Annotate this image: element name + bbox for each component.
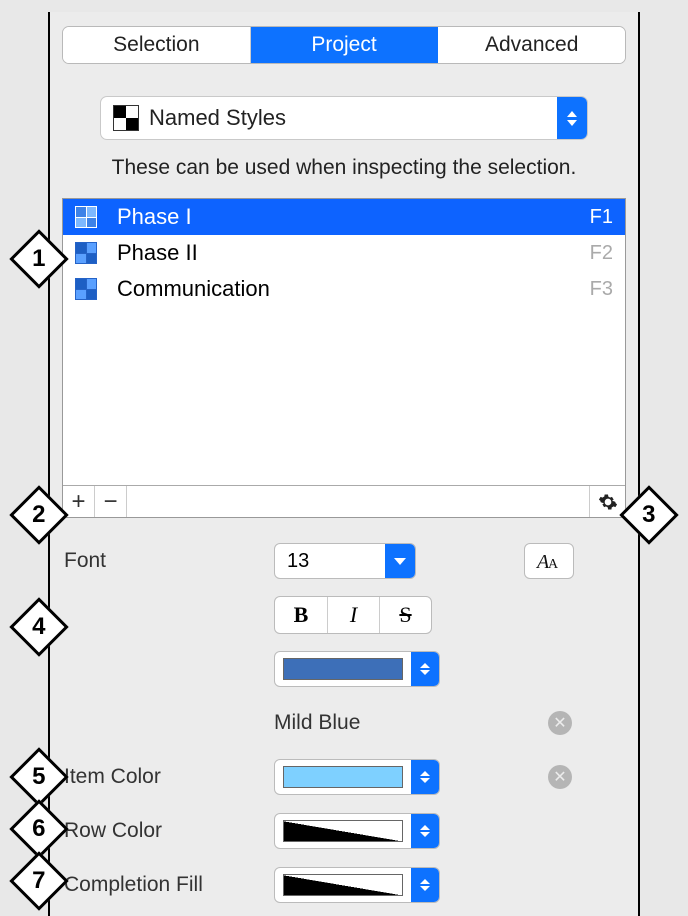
font-size-value: 13 [275, 544, 385, 578]
item-color-label: Item Color [64, 765, 274, 789]
dropdown-label: Named Styles [149, 105, 557, 131]
remove-button[interactable]: − [95, 486, 127, 517]
chevron-up-down-icon [411, 760, 439, 794]
completion-fill-picker[interactable] [274, 867, 440, 903]
styles-listbox: Phase I F1 Phase II F2 Communication F3 … [62, 198, 626, 518]
chevron-up-down-icon [411, 814, 439, 848]
list-item[interactable]: Phase I F1 [63, 199, 625, 235]
clear-text-color-button[interactable]: ✕ [548, 711, 572, 735]
chevron-down-icon [385, 544, 415, 578]
style-shortcut: F3 [590, 278, 613, 301]
style-icon [75, 242, 97, 264]
style-icon [75, 278, 97, 300]
hint-text: These can be used when inspecting the se… [70, 156, 618, 180]
list-toolbar: + − [63, 485, 625, 517]
color-swatch [283, 766, 403, 788]
style-shortcut: F1 [590, 206, 613, 229]
tab-bar: Selection Project Advanced [62, 26, 626, 64]
row-color-label: Row Color [64, 819, 274, 843]
chevron-up-down-icon [411, 652, 439, 686]
style-name: Communication [117, 276, 590, 302]
gear-button[interactable] [589, 486, 625, 517]
style-name: Phase II [117, 240, 590, 266]
row-color-picker[interactable] [274, 813, 440, 849]
font-size-combo[interactable]: 13 [274, 543, 416, 579]
tab-project[interactable]: Project [250, 27, 438, 63]
color-swatch [283, 820, 403, 842]
styles-list[interactable]: Phase I F1 Phase II F2 Communication F3 [63, 199, 625, 485]
text-style-group: B I S [274, 596, 432, 634]
clear-item-color-button[interactable]: ✕ [548, 765, 572, 789]
font-icon: AA [535, 550, 563, 572]
tab-advanced[interactable]: Advanced [437, 27, 625, 63]
chevron-up-down-icon [411, 868, 439, 902]
bold-button[interactable]: B [275, 597, 327, 633]
strikethrough-button[interactable]: S [379, 597, 431, 633]
checker-icon [113, 105, 139, 131]
font-panel-button[interactable]: AA [524, 543, 574, 579]
style-name: Phase I [117, 204, 590, 230]
inspector-panel: Selection Project Advanced Named Styles … [48, 12, 640, 916]
style-icon [75, 206, 97, 228]
text-color-name: Mild Blue [274, 711, 360, 735]
gear-icon [598, 492, 618, 512]
svg-text:A: A [548, 557, 559, 572]
chevron-up-down-icon [557, 97, 587, 139]
list-item[interactable]: Communication F3 [63, 271, 625, 307]
italic-button[interactable]: I [327, 597, 379, 633]
text-color-picker[interactable] [274, 651, 440, 687]
tab-selection[interactable]: Selection [63, 27, 250, 63]
completion-fill-label: Completion Fill [64, 873, 274, 897]
color-swatch [283, 874, 403, 896]
item-color-picker[interactable] [274, 759, 440, 795]
style-shortcut: F2 [590, 242, 613, 265]
named-styles-dropdown[interactable]: Named Styles [100, 96, 588, 140]
color-swatch [283, 658, 403, 680]
font-label: Font [64, 549, 274, 573]
list-item[interactable]: Phase II F2 [63, 235, 625, 271]
add-button[interactable]: + [63, 486, 95, 517]
